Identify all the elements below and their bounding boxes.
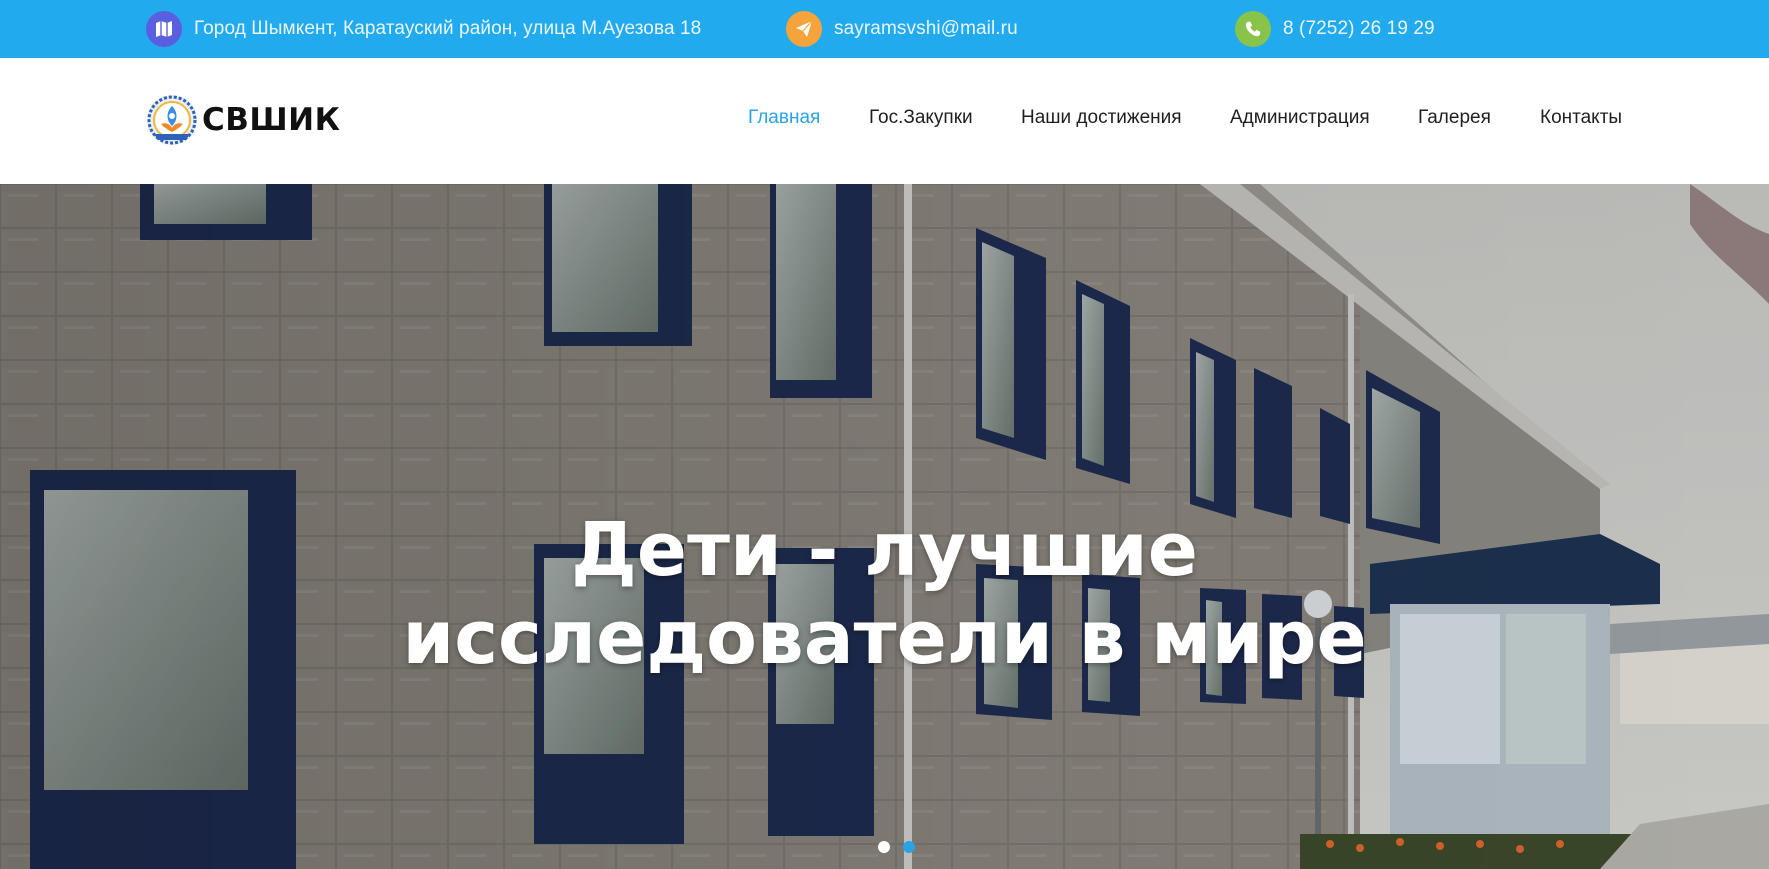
phone-text[interactable]: 8 (7252) 26 19 29 bbox=[1283, 18, 1435, 40]
nav-item-home[interactable]: Главная bbox=[748, 107, 820, 129]
slider-dot-1[interactable] bbox=[878, 841, 890, 853]
send-icon bbox=[786, 11, 822, 47]
phone-info[interactable]: 8 (7252) 26 19 29 bbox=[1235, 10, 1435, 48]
hero-title: Дети - лучшие исследователи в мире bbox=[0, 506, 1769, 682]
email-info[interactable]: sayramsvshi@mail.ru bbox=[786, 10, 1018, 48]
nav-item-achievements[interactable]: Наши достижения bbox=[1021, 107, 1182, 129]
main-navigation: Главная Гос.Закупки Наши достижения Адми… bbox=[0, 107, 1769, 137]
nav-item-contacts[interactable]: Контакты bbox=[1540, 107, 1622, 129]
nav-item-administration[interactable]: Администрация bbox=[1230, 107, 1370, 129]
phone-icon bbox=[1235, 11, 1271, 47]
nav-item-procurement[interactable]: Гос.Закупки bbox=[869, 107, 973, 129]
slider-dot-2[interactable] bbox=[903, 841, 915, 853]
hero-title-line-1: Дети - лучшие bbox=[571, 506, 1198, 593]
site-header: СВШИК Главная Гос.Закупки Наши достижени… bbox=[0, 58, 1769, 184]
map-icon bbox=[146, 11, 182, 47]
hero-title-line-2: исследователи в мире bbox=[402, 594, 1367, 681]
hero-slider: Дети - лучшие исследователи в мире bbox=[0, 184, 1769, 869]
nav-item-gallery[interactable]: Галерея bbox=[1418, 107, 1491, 129]
address-text: Город Шымкент, Каратауский район, улица … bbox=[194, 18, 702, 39]
top-info-bar: Город Шымкент, Каратауский район, улица … bbox=[0, 0, 1769, 58]
address-info: Город Шымкент, Каратауский район, улица … bbox=[146, 10, 701, 48]
email-link[interactable]: sayramsvshi@mail.ru bbox=[834, 18, 1018, 40]
slider-pagination bbox=[878, 841, 928, 853]
